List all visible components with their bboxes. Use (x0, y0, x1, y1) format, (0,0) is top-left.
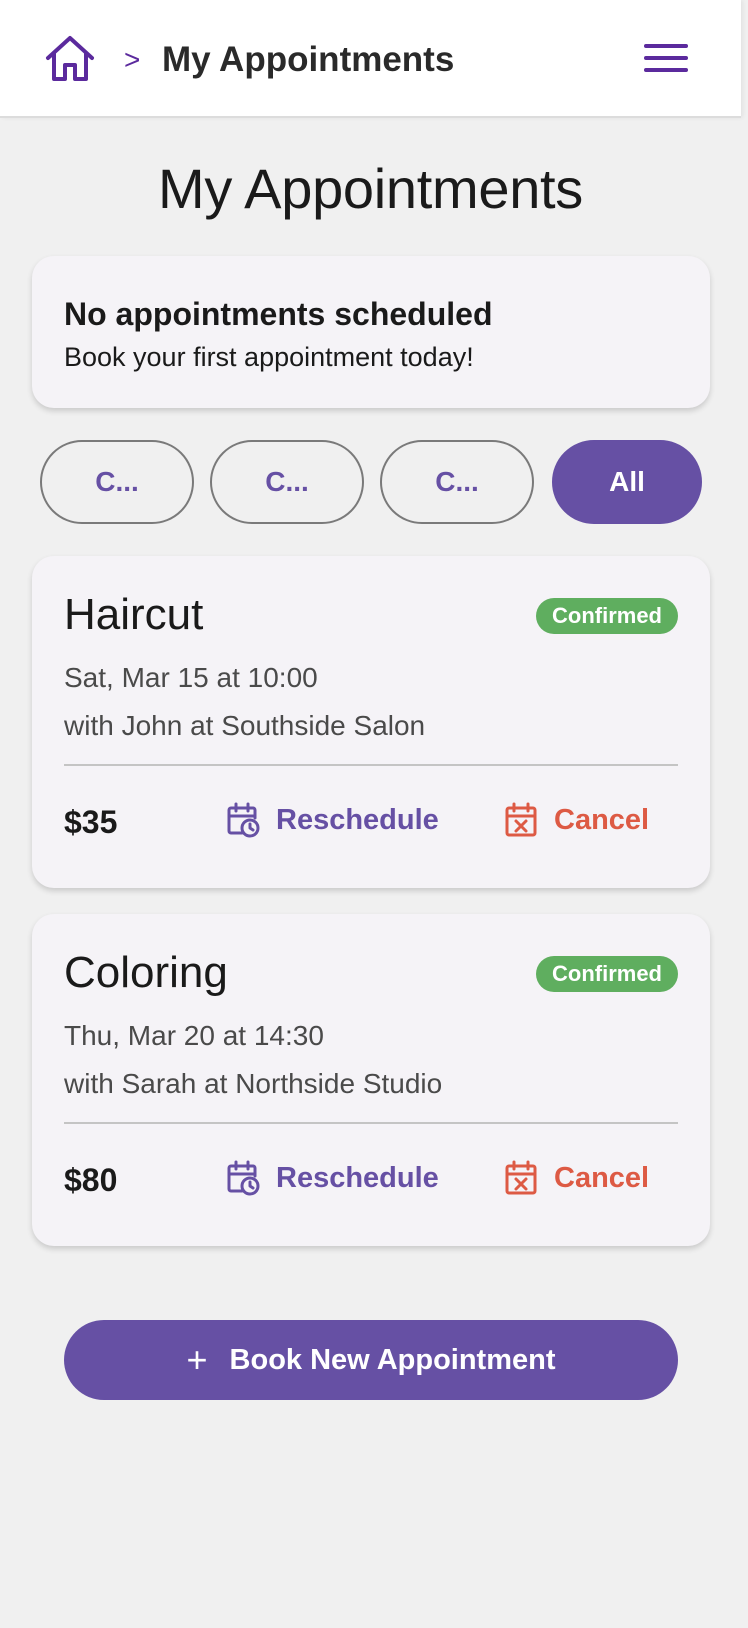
service-name: Haircut (64, 590, 204, 639)
appointment-card: Coloring Confirmed Thu, Mar 20 at 14:30 … (32, 914, 710, 1246)
notice-title: No appointments scheduled (64, 296, 493, 332)
card-divider (64, 1122, 678, 1124)
appointment-stylist-location: with Sarah at Northside Studio (64, 1068, 443, 1099)
breadcrumb-separator: > (124, 44, 141, 75)
book-button-label: Book New Appointment (229, 1343, 556, 1376)
calendar-cancel-icon (505, 802, 537, 837)
calendar-clock-icon (227, 802, 260, 838)
page-title: My Appointments (157, 157, 584, 220)
book-new-appointment-button[interactable]: + Book New Appointment (64, 1320, 678, 1400)
status-badge: Confirmed (536, 598, 678, 634)
breadcrumb-current: My Appointments (162, 40, 455, 79)
filter-chip-3[interactable]: C... (380, 440, 534, 524)
reschedule-button[interactable]: Reschedule (226, 798, 439, 842)
plus-icon: + (186, 1339, 208, 1380)
cancel-button[interactable]: Cancel (504, 798, 649, 842)
cancel-button[interactable]: Cancel (504, 1156, 649, 1200)
top-bar: > My Appointments (0, 0, 741, 118)
calendar-cancel-icon (505, 1160, 537, 1195)
appointment-datetime: Thu, Mar 20 at 14:30 (64, 1020, 324, 1051)
status-badge: Confirmed (536, 956, 678, 992)
hamburger-menu-icon[interactable] (644, 40, 690, 76)
filter-chip-all[interactable]: All (552, 440, 702, 524)
empty-state-notice: No appointments scheduled Book your firs… (32, 256, 710, 408)
card-divider (64, 764, 678, 766)
appointment-price: $80 (64, 1162, 118, 1198)
home-icon[interactable] (44, 33, 96, 85)
reschedule-button[interactable]: Reschedule (226, 1156, 439, 1200)
cancel-label: Cancel (554, 1161, 650, 1194)
appointment-price: $35 (64, 804, 118, 840)
notice-text: Book your first appointment today! (64, 342, 474, 372)
filter-chip-1[interactable]: C... (40, 440, 194, 524)
filter-chip-2[interactable]: C... (210, 440, 364, 524)
service-name: Coloring (64, 948, 228, 997)
reschedule-label: Reschedule (276, 803, 439, 836)
cancel-label: Cancel (554, 803, 650, 836)
appointment-stylist-location: with John at Southside Salon (64, 710, 426, 741)
reschedule-label: Reschedule (276, 1161, 439, 1194)
calendar-clock-icon (227, 1160, 260, 1196)
appointment-datetime: Sat, Mar 15 at 10:00 (64, 662, 318, 693)
appointment-card: Haircut Confirmed Sat, Mar 15 at 10:00 w… (32, 556, 710, 888)
appointments-page: > My Appointments My Appointments No app… (0, 0, 748, 1628)
